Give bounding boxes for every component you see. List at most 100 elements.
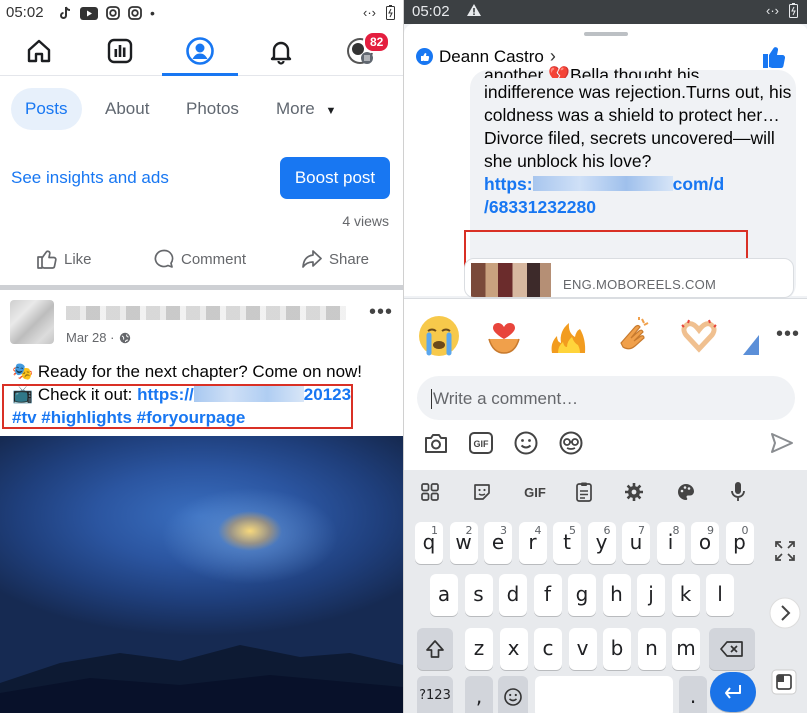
emoji-suggestions: ••• — [404, 298, 807, 370]
heart-hands-icon[interactable] — [481, 313, 527, 359]
shift-key[interactable] — [417, 628, 453, 670]
key-a[interactable]: a — [430, 574, 458, 616]
key-number-hint: 3 — [500, 524, 507, 537]
floating-keyboard-icon[interactable] — [770, 668, 798, 696]
thumbs-up-icon — [37, 250, 57, 269]
key-label: h — [610, 582, 623, 606]
status-time: 05:02 — [6, 4, 44, 21]
tab-about[interactable]: About — [105, 88, 149, 130]
key-p[interactable]: p0 — [725, 522, 754, 564]
link-preview-card[interactable]: ENG.MOBOREELS.COM — [464, 258, 794, 298]
key-z[interactable]: z — [465, 628, 493, 670]
clipboard-button[interactable] — [570, 478, 598, 506]
backspace-key[interactable] — [709, 628, 755, 670]
period-key[interactable]: . — [679, 676, 707, 713]
insights-tab[interactable] — [103, 34, 137, 68]
key-label: v — [576, 636, 589, 660]
key-r[interactable]: r4 — [518, 522, 547, 564]
comment-partial-1: another — [484, 65, 544, 78]
tab-more[interactable]: More ▼ — [276, 88, 336, 130]
comment-button[interactable]: Comment — [153, 248, 246, 270]
fire-icon[interactable] — [546, 313, 592, 359]
share-button[interactable]: Share — [301, 248, 369, 270]
instagram-icon — [106, 6, 120, 20]
post-author-avatar[interactable] — [10, 300, 54, 344]
key-s[interactable]: s — [464, 574, 493, 616]
key-m[interactable]: m — [672, 628, 700, 670]
chevron-right-circle-icon[interactable] — [769, 597, 801, 629]
crying-face-icon[interactable] — [416, 313, 462, 359]
boost-post-button[interactable]: Boost post — [280, 157, 390, 199]
key-u[interactable]: u7 — [622, 522, 650, 564]
key-d[interactable]: d — [499, 574, 527, 616]
key-c[interactable]: c — [534, 628, 562, 670]
key-h[interactable]: h — [602, 574, 631, 616]
key-n[interactable]: n — [637, 628, 666, 670]
space-key[interactable] — [535, 676, 673, 713]
emoji-key[interactable] — [498, 676, 528, 713]
key-t[interactable]: t5 — [553, 522, 581, 564]
key-y[interactable]: y6 — [587, 522, 616, 564]
home-tab[interactable] — [22, 34, 56, 68]
key-number-hint: 8 — [672, 524, 680, 537]
composer-tools: GIF — [404, 428, 807, 462]
drag-handle[interactable] — [584, 32, 628, 36]
key-e[interactable]: e3 — [484, 522, 512, 564]
voice-input-button[interactable] — [724, 478, 752, 506]
comma-key[interactable]: , — [465, 676, 493, 713]
key-i[interactable]: i8 — [656, 522, 685, 564]
expand-keyboard-icon[interactable] — [774, 540, 796, 562]
share-icon — [302, 250, 322, 268]
comment-input[interactable]: Write a comment… — [417, 376, 795, 420]
post-timestamp[interactable]: Mar 28 · — [66, 330, 131, 345]
see-insights-link[interactable]: See insights and ads — [11, 168, 169, 188]
key-j[interactable]: j — [637, 574, 665, 616]
key-o[interactable]: o9 — [691, 522, 719, 564]
like-button[interactable]: Like — [36, 248, 92, 270]
key-x[interactable]: x — [499, 628, 528, 670]
key-b[interactable]: b — [603, 628, 631, 670]
page-tabs: Posts About Photos More ▼ — [0, 88, 403, 132]
post-author-name-blurred[interactable] — [66, 306, 346, 320]
profile-tab[interactable] — [183, 34, 217, 68]
comment-link[interactable]: https: com/d /68331232280 — [484, 173, 794, 219]
key-g[interactable]: g — [568, 574, 596, 616]
emoji-button[interactable] — [511, 428, 541, 458]
key-f[interactable]: f — [533, 574, 562, 616]
tab-photos[interactable]: Photos — [186, 88, 239, 130]
sticker-button[interactable] — [468, 478, 496, 506]
camera-button[interactable] — [421, 428, 451, 458]
share-label: Share — [329, 250, 370, 268]
key-k[interactable]: k — [671, 574, 700, 616]
tab-posts[interactable]: Posts — [11, 88, 82, 130]
more-emoji-partial-icon[interactable] — [741, 313, 761, 359]
enter-arrow-icon — [725, 685, 741, 699]
heart-hands-gesture-icon[interactable] — [676, 313, 722, 359]
comment-line-partial: another 💔Bella thought his — [484, 64, 794, 78]
avatar-sticker-button[interactable] — [556, 428, 586, 458]
more-emoji-button[interactable]: ••• — [776, 323, 800, 346]
key-number-hint: 2 — [465, 524, 473, 537]
enter-key[interactable] — [710, 672, 756, 712]
gif-keyboard-button[interactable]: GIF — [518, 478, 552, 506]
bar-chart-icon — [107, 38, 133, 64]
clapping-hands-icon[interactable] — [611, 313, 657, 359]
key-w[interactable]: w2 — [449, 522, 478, 564]
post-video-thumbnail[interactable] — [0, 436, 403, 713]
apps-grid-icon — [421, 483, 439, 501]
theme-button[interactable] — [672, 478, 700, 506]
post-actions: Like Comment Share — [0, 240, 403, 282]
apps-grid-button[interactable] — [416, 478, 444, 506]
key-l[interactable]: l — [706, 574, 734, 616]
symbols-key[interactable]: ?123 — [417, 676, 453, 713]
gif-button[interactable]: GIF — [466, 428, 496, 458]
key-label: x — [507, 636, 520, 660]
settings-button[interactable] — [620, 478, 648, 506]
key-q[interactable]: q1 — [415, 522, 443, 564]
key-v[interactable]: v — [568, 628, 597, 670]
post-options-button[interactable]: ••• — [369, 301, 393, 324]
send-button[interactable] — [767, 428, 797, 458]
notifications-tab[interactable] — [264, 34, 298, 68]
active-tab-indicator — [162, 73, 238, 76]
gear-icon — [625, 483, 643, 501]
